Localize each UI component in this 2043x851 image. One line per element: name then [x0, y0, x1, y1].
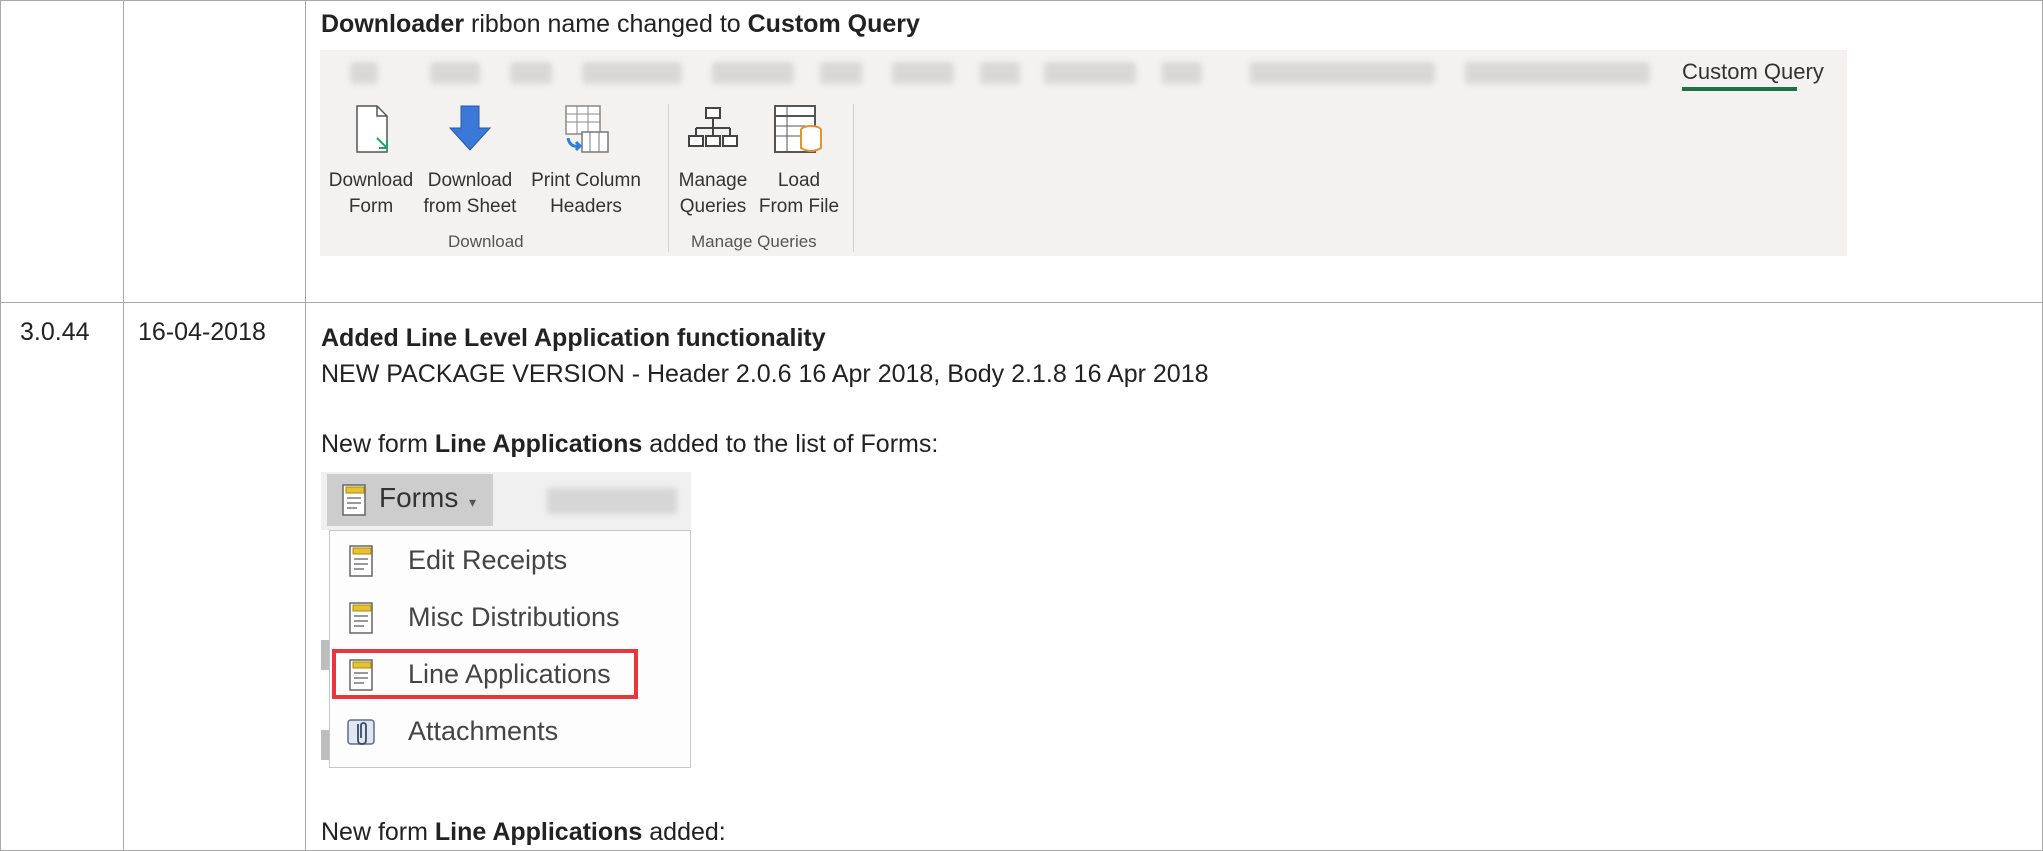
- menu-item-label: Misc Distributions: [408, 602, 620, 632]
- label-line2: Form: [348, 196, 394, 217]
- blurred-edge: [321, 730, 329, 760]
- label-line1: Load: [777, 170, 821, 191]
- print-column-headers-label: Print Column Headers: [524, 168, 648, 220]
- blurred-tab: [820, 62, 862, 84]
- menu-item-misc-distributions[interactable]: Misc Distributions: [330, 590, 690, 646]
- tab-custom-query[interactable]: Custom Query: [1682, 59, 1824, 85]
- download-form-label: Download Form: [324, 168, 418, 220]
- forms-button-label: Forms: [379, 482, 459, 513]
- blurred-tab: [892, 62, 954, 84]
- row1-heading: Downloader ribbon name changed to Custom…: [321, 10, 920, 39]
- forms-menu: Edit Receipts Misc Distributions Line Ap…: [329, 530, 691, 768]
- row1-heading-bold1: Downloader: [321, 10, 465, 38]
- form-icon: [349, 545, 373, 577]
- blurred-tab: [350, 62, 378, 84]
- row1-heading-bold2: Custom Query: [747, 10, 920, 38]
- table-column-divider: [123, 0, 124, 851]
- forms-dropdown-button[interactable]: Forms ▾: [327, 474, 493, 526]
- load-from-file-label: Load From File: [756, 168, 842, 220]
- intro-text: New form: [321, 430, 435, 458]
- table-headers-icon: [565, 105, 609, 153]
- footer-text-end: added:: [642, 818, 726, 846]
- forms-toolbar: Forms ▾: [321, 472, 691, 530]
- download-from-sheet-label: Download from Sheet: [420, 168, 520, 220]
- chevron-down-icon: ▾: [469, 494, 477, 510]
- row2-footer: New form Line Applications added:: [321, 818, 726, 847]
- table-border-left: [0, 0, 1, 851]
- table-row-divider: [0, 302, 2043, 303]
- ribbon-tab-bar: Custom Query: [320, 50, 1847, 96]
- form-icon: [349, 602, 373, 634]
- group-separator: [853, 104, 854, 252]
- active-tab-underline: [1682, 87, 1797, 91]
- manage-queries-label: Manage Queries: [672, 168, 754, 220]
- row1-heading-mid: ribbon name changed to: [464, 10, 748, 38]
- intro-bold: Line Applications: [434, 430, 643, 458]
- menu-item-label: Attachments: [408, 716, 559, 746]
- table-row-divider: [0, 0, 2043, 1]
- label-line2: from Sheet: [423, 196, 517, 217]
- blurred-tab: [510, 62, 552, 84]
- label-line1: Print Column: [531, 170, 641, 191]
- blurred-tab: [980, 62, 1020, 84]
- document-arrow-icon: [356, 105, 388, 153]
- blurred-tab: [1162, 62, 1202, 84]
- hierarchy-icon: [688, 107, 738, 147]
- label-line1: Manage: [678, 170, 748, 191]
- menu-item-attachments[interactable]: Attachments: [330, 704, 690, 760]
- attachment-icon: [347, 719, 375, 745]
- label-line2: From File: [758, 196, 840, 217]
- changelog-table: Downloader ribbon name changed to Custom…: [0, 0, 2043, 851]
- blurred-tab: [1250, 62, 1435, 84]
- down-arrow-icon: [448, 105, 492, 151]
- menu-item-edit-receipts[interactable]: Edit Receipts: [330, 533, 690, 589]
- menu-item-label: Edit Receipts: [408, 545, 568, 575]
- forms-dropdown-screenshot: Forms ▾ Edit Receipts Misc Distributions…: [321, 472, 691, 768]
- blurred-tab: [582, 62, 682, 84]
- blurred-tab: [712, 62, 794, 84]
- blurred-tab: [1044, 62, 1136, 84]
- footer-bold: Line Applications: [434, 818, 643, 846]
- group-label-download: Download: [448, 232, 524, 251]
- ribbon-screenshot: Custom Query Download Form Download from…: [320, 50, 1847, 256]
- blurred-edge: [321, 640, 329, 670]
- blurred-button: [547, 488, 677, 514]
- blurred-tab: [1465, 62, 1650, 84]
- form-icon: [342, 484, 366, 516]
- highlight-box: [332, 649, 638, 699]
- table-column-divider: [305, 0, 306, 851]
- date-cell: 16-04-2018: [138, 318, 266, 346]
- row2-title: Added Line Level Application functionali…: [321, 324, 826, 352]
- package-version-line: NEW PACKAGE VERSION - Header 2.0.6 16 Ap…: [321, 360, 1209, 388]
- blurred-tab: [430, 62, 480, 84]
- label-line2: Headers: [550, 196, 622, 217]
- label-line2: Queries: [679, 196, 747, 217]
- version-cell: 3.0.44: [20, 318, 90, 346]
- table-database-icon: [774, 105, 822, 153]
- label-line1: Download: [328, 170, 414, 191]
- intro-text-end: added to the list of Forms:: [642, 430, 939, 458]
- group-label-manage-queries: Manage Queries: [691, 232, 817, 251]
- menu-item-line-applications[interactable]: Line Applications: [330, 647, 690, 703]
- footer-text: New form: [321, 818, 435, 846]
- group-separator: [668, 104, 669, 252]
- row2-intro: New form Line Applications added to the …: [321, 430, 938, 459]
- ribbon-body: Download Form Download from Sheet Print …: [320, 96, 1847, 256]
- label-line1: Download: [427, 170, 513, 191]
